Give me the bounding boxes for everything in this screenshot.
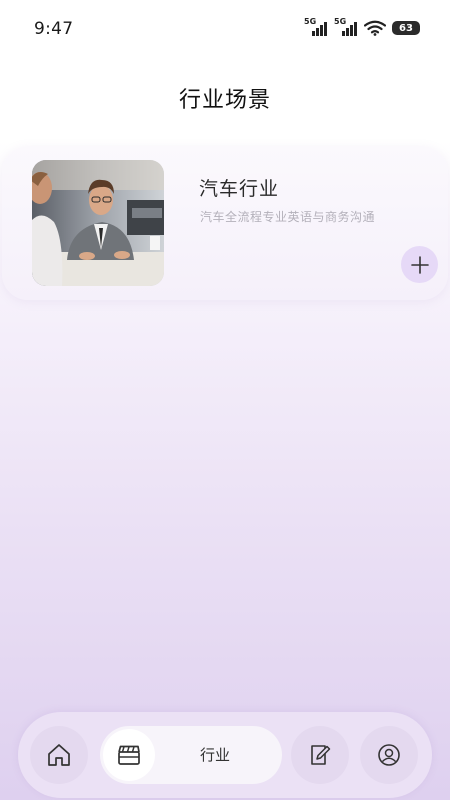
- signal-icon: 5G: [304, 18, 328, 38]
- wifi-icon: [364, 20, 386, 36]
- tab-home[interactable]: [30, 726, 88, 784]
- bottom-tab-bar: 行业: [18, 712, 432, 798]
- network-type-label: 5G: [334, 17, 347, 26]
- signal-icon: 5G: [334, 18, 358, 38]
- tab-profile[interactable]: [360, 726, 418, 784]
- tab-industry[interactable]: 行业: [100, 726, 282, 784]
- user-icon: [378, 744, 400, 766]
- status-bar: 9:47 5G 5G 63: [0, 0, 450, 60]
- battery-level: 63: [399, 22, 413, 34]
- home-icon: [48, 744, 70, 766]
- status-icons: 5G 5G 63: [304, 18, 420, 38]
- tab-edit[interactable]: [291, 726, 349, 784]
- add-button[interactable]: [401, 246, 438, 283]
- card-description: 汽车全流程专业英语与商务沟通: [200, 210, 376, 224]
- clapperboard-icon: [118, 745, 140, 765]
- card-image: [32, 160, 164, 286]
- network-type-label: 5G: [304, 17, 317, 26]
- tab-industry-icon-wrap: [103, 729, 155, 781]
- edit-icon: [311, 745, 331, 765]
- status-time: 9:47: [34, 19, 74, 39]
- card-title: 汽车行业: [199, 178, 280, 200]
- page-title: 行业场景: [178, 88, 271, 113]
- battery-icon: 63: [392, 21, 420, 35]
- industry-card[interactable]: 汽车行业 汽车全流程专业英语与商务沟通: [2, 146, 448, 300]
- plus-icon: [410, 255, 429, 274]
- tab-industry-label: 行业: [200, 746, 231, 764]
